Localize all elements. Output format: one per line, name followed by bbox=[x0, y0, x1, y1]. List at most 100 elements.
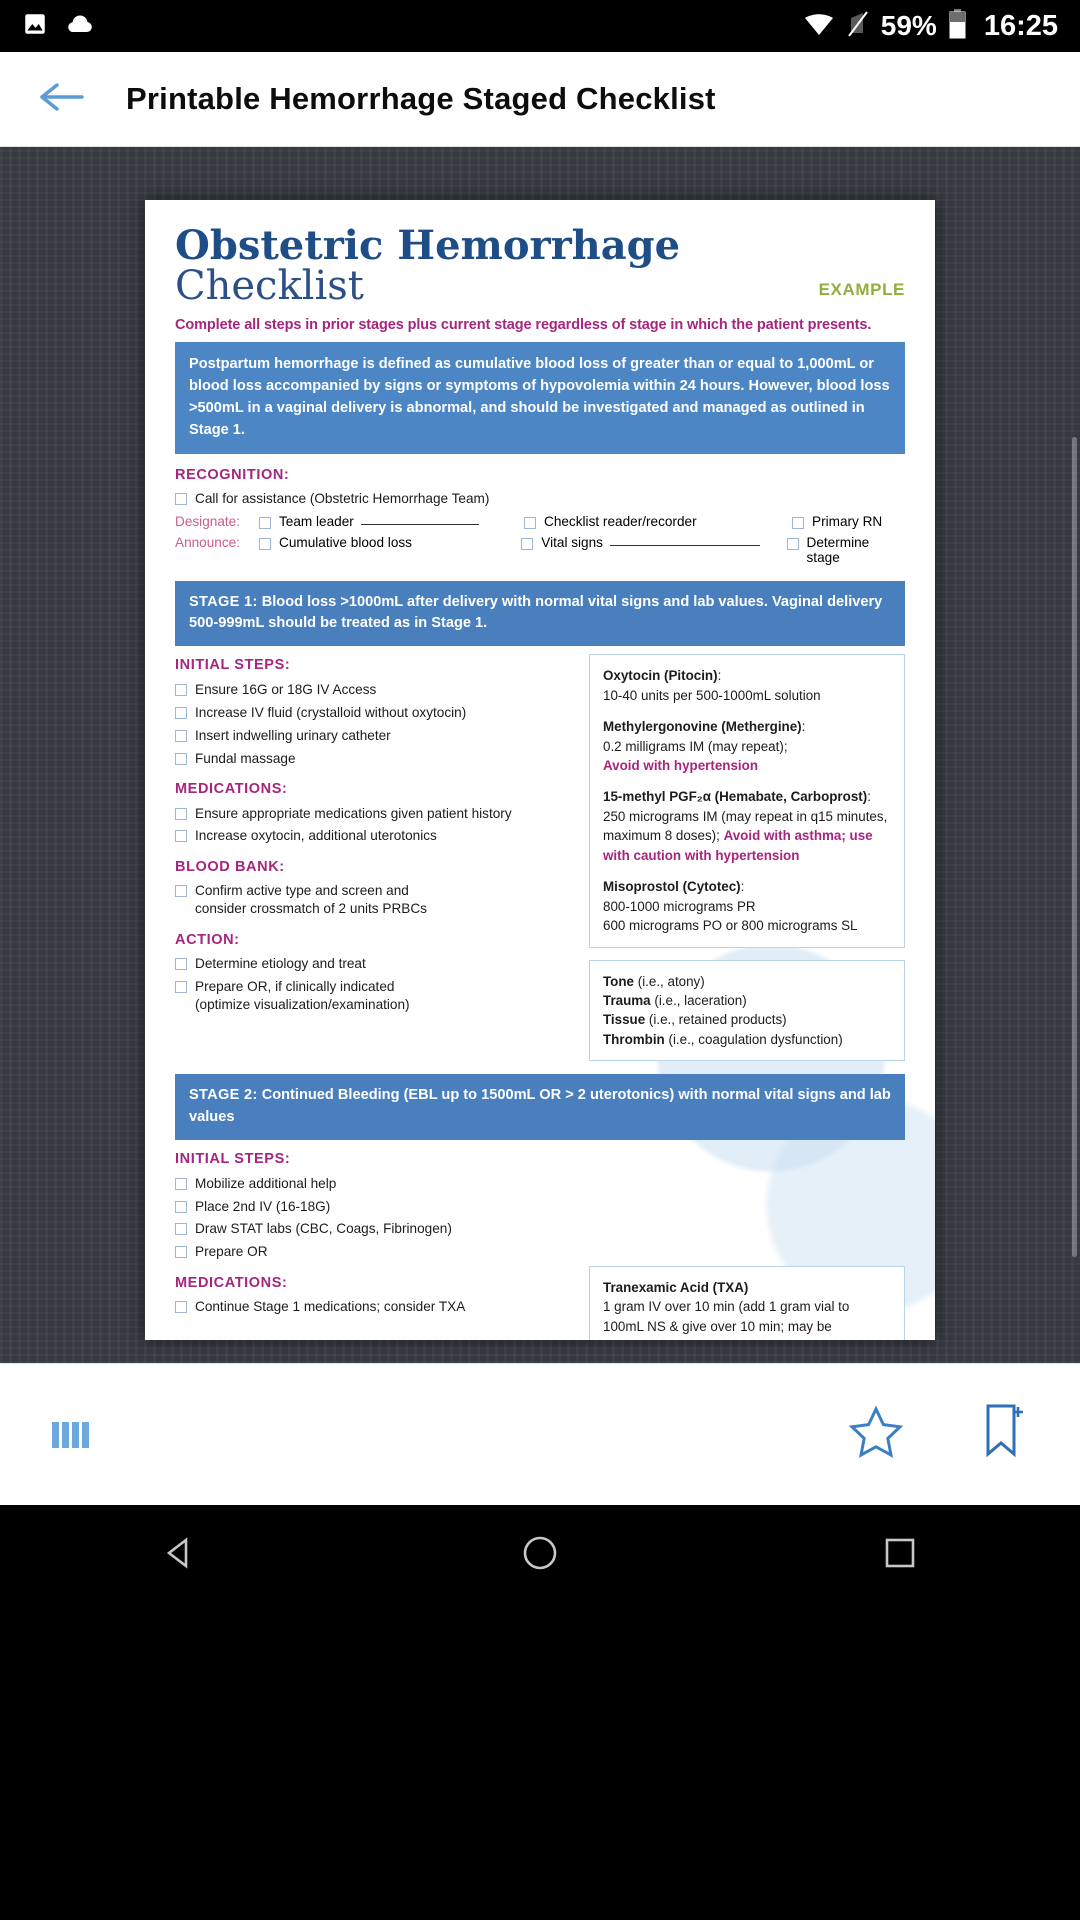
vital-signs-write-in-line[interactable] bbox=[609, 535, 760, 546]
checklist-line-continued: (optimize visualization/examination) bbox=[195, 997, 410, 1013]
favorite-button[interactable] bbox=[848, 1405, 904, 1464]
checkbox[interactable] bbox=[175, 706, 187, 719]
stage2-banner-text: Continued Bleeding (EBL up to 1500mL OR … bbox=[189, 1087, 891, 1126]
checklist-item[interactable]: Mobilize additional help bbox=[175, 1172, 905, 1195]
checkbox[interactable] bbox=[175, 729, 187, 742]
checklist-item-label: Prepare OR bbox=[195, 1244, 268, 1260]
txa-line: 100mL NS & give over 10 min; may be bbox=[603, 1318, 832, 1334]
checklist-item-label: Increase IV fluid (crystalloid without o… bbox=[195, 704, 467, 720]
stage1-right-column: Oxytocin (Pitocin): 10-40 units per 500-… bbox=[589, 646, 905, 1062]
checklist-item[interactable]: Determine etiology and treat bbox=[175, 953, 575, 976]
document-subtitle: Complete all steps in prior stages plus … bbox=[175, 317, 872, 333]
checkbox[interactable] bbox=[792, 516, 804, 529]
checkbox[interactable] bbox=[175, 1223, 187, 1236]
checkbox[interactable] bbox=[175, 1301, 187, 1314]
checklist-item[interactable]: Confirm active type and screen and consi… bbox=[175, 880, 575, 921]
battery-icon bbox=[949, 8, 966, 44]
stage2-banner-label: STAGE 2: bbox=[189, 1087, 258, 1104]
page-title: Printable Hemorrhage Staged Checklist bbox=[126, 81, 716, 116]
medication-entry: Misoprostol (Cytotec): 800-1000 microgra… bbox=[603, 879, 858, 934]
checkbox[interactable] bbox=[175, 1200, 187, 1213]
checklist-item[interactable]: Prepare OR bbox=[175, 1241, 905, 1264]
document-viewer[interactable]: Obstetric Hemorrhage Checklist EXAMPLE C… bbox=[0, 147, 1080, 1363]
designate-checklist-reader-label: Checklist reader/recorder bbox=[544, 513, 697, 529]
square-recents-icon bbox=[882, 1538, 918, 1575]
checklist-line: Confirm active type and screen and bbox=[195, 883, 409, 899]
checkbox[interactable] bbox=[175, 683, 187, 696]
checkbox[interactable] bbox=[259, 537, 271, 550]
nav-home-button[interactable] bbox=[521, 1534, 559, 1577]
nav-back-button[interactable] bbox=[162, 1535, 198, 1576]
announce-vital-signs[interactable]: Vital signs bbox=[521, 535, 786, 565]
checklist-item-label: Determine etiology and treat bbox=[195, 956, 366, 972]
medication-entry: Oxytocin (Pitocin): 10-40 units per 500-… bbox=[603, 668, 821, 703]
checklist-item[interactable]: Increase oxytocin, additional uterotonic… bbox=[175, 825, 575, 848]
medication-name: Oxytocin (Pitocin) bbox=[603, 668, 718, 684]
checkbox[interactable] bbox=[175, 1246, 187, 1259]
checkbox[interactable] bbox=[175, 1177, 187, 1190]
recognition-call-label: Call for assistance (Obstetric Hemorrhag… bbox=[195, 491, 490, 507]
four-ts-term: Tissue bbox=[603, 1012, 646, 1028]
announce-determine-stage-label: Determine stage bbox=[806, 534, 870, 565]
checkbox[interactable] bbox=[175, 493, 187, 506]
checkbox[interactable] bbox=[175, 885, 187, 898]
four-ts-term: Thrombin bbox=[603, 1031, 665, 1047]
stage2-columns: MEDICATIONS: Continue Stage 1 medication… bbox=[175, 1264, 905, 1340]
document-title-light: Checklist bbox=[175, 263, 364, 309]
checklist-item[interactable]: Ensure appropriate medications given pat… bbox=[175, 802, 575, 825]
signal-off-icon bbox=[847, 10, 869, 42]
team-leader-write-in-line[interactable] bbox=[360, 514, 479, 525]
checklist-item[interactable]: Insert indwelling urinary catheter bbox=[175, 724, 575, 747]
checkbox[interactable] bbox=[175, 981, 187, 994]
checkbox[interactable] bbox=[786, 537, 799, 550]
designate-primary-rn[interactable]: Primary RN bbox=[792, 514, 882, 529]
checkbox[interactable] bbox=[175, 807, 187, 820]
four-ts-detail: (i.e., coagulation dysfunction) bbox=[668, 1031, 843, 1047]
nav-recents-button[interactable] bbox=[882, 1535, 918, 1576]
checklist-item-label: Ensure appropriate medications given pat… bbox=[195, 805, 512, 821]
checklist-item-label: Confirm active type and screen and consi… bbox=[195, 882, 427, 918]
four-ts-box: Tone (i.e., atony) Trauma (i.e., lacerat… bbox=[589, 959, 905, 1062]
back-button[interactable] bbox=[34, 71, 90, 127]
announce-cumulative-blood-loss[interactable]: Cumulative blood loss bbox=[259, 535, 521, 565]
document-title-bold: Obstetric Hemorrhage bbox=[175, 222, 681, 269]
pages-view-button[interactable] bbox=[52, 1421, 89, 1448]
stage1-action-heading: ACTION: bbox=[175, 931, 240, 948]
stage1-medication-box: Oxytocin (Pitocin): 10-40 units per 500-… bbox=[589, 654, 905, 948]
checklist-item-label: Fundal massage bbox=[195, 750, 296, 766]
checklist-item[interactable]: Continue Stage 1 medications; consider T… bbox=[175, 1296, 575, 1319]
four-ts-detail: (i.e., atony) bbox=[637, 973, 705, 989]
checkbox[interactable] bbox=[521, 537, 534, 550]
recognition-call-row[interactable]: Call for assistance (Obstetric Hemorrhag… bbox=[175, 488, 905, 511]
checklist-item[interactable]: Place 2nd IV (16-18G) bbox=[175, 1195, 905, 1218]
announce-determine-stage[interactable]: Determine stage bbox=[786, 534, 906, 565]
checklist-item-label: Ensure 16G or 18G IV Access bbox=[195, 681, 377, 697]
stage1-banner-text: Blood loss >1000mL after delivery with n… bbox=[189, 593, 883, 632]
status-bar: 59% 16:25 bbox=[0, 0, 1080, 52]
checklist-item[interactable]: Ensure 16G or 18G IV Access bbox=[175, 678, 575, 701]
clock-time: 16:25 bbox=[983, 9, 1058, 42]
checkbox[interactable] bbox=[175, 752, 187, 765]
checkbox[interactable] bbox=[524, 516, 536, 529]
medication-name: 15-methyl PGF₂α (Hemabate, Carboprost) bbox=[603, 789, 868, 805]
designate-checklist-reader[interactable]: Checklist reader/recorder bbox=[524, 514, 792, 529]
txa-line: 1 gram IV over 10 min (add 1 gram vial t… bbox=[603, 1299, 850, 1315]
checklist-item-label: Prepare OR, if clinically indicated (opt… bbox=[195, 978, 410, 1014]
vertical-scrollbar[interactable] bbox=[1072, 437, 1077, 1257]
circle-home-icon bbox=[521, 1536, 559, 1576]
checklist-item[interactable]: Increase IV fluid (crystalloid without o… bbox=[175, 701, 575, 724]
checklist-item[interactable]: Prepare OR, if clinically indicated (opt… bbox=[175, 976, 575, 1017]
star-outline-icon bbox=[848, 1405, 904, 1464]
back-arrow-icon bbox=[37, 77, 87, 122]
stage1-initial-steps-heading: INITIAL STEPS: bbox=[175, 657, 291, 674]
checklist-item-label: Place 2nd IV (16-18G) bbox=[195, 1198, 331, 1214]
checklist-item[interactable]: Draw STAT labs (CBC, Coags, Fibrinogen) bbox=[175, 1218, 905, 1241]
four-ts-row: Tissue (i.e., retained products) bbox=[603, 1010, 891, 1029]
designate-team-leader[interactable]: Team leader bbox=[259, 514, 524, 529]
checkbox[interactable] bbox=[175, 830, 187, 843]
checklist-item[interactable]: Fundal massage bbox=[175, 747, 575, 770]
bookmark-add-button[interactable] bbox=[980, 1402, 1028, 1467]
checkbox[interactable] bbox=[175, 958, 187, 971]
four-ts-detail: (i.e., retained products) bbox=[648, 1012, 787, 1028]
checkbox[interactable] bbox=[259, 516, 271, 529]
